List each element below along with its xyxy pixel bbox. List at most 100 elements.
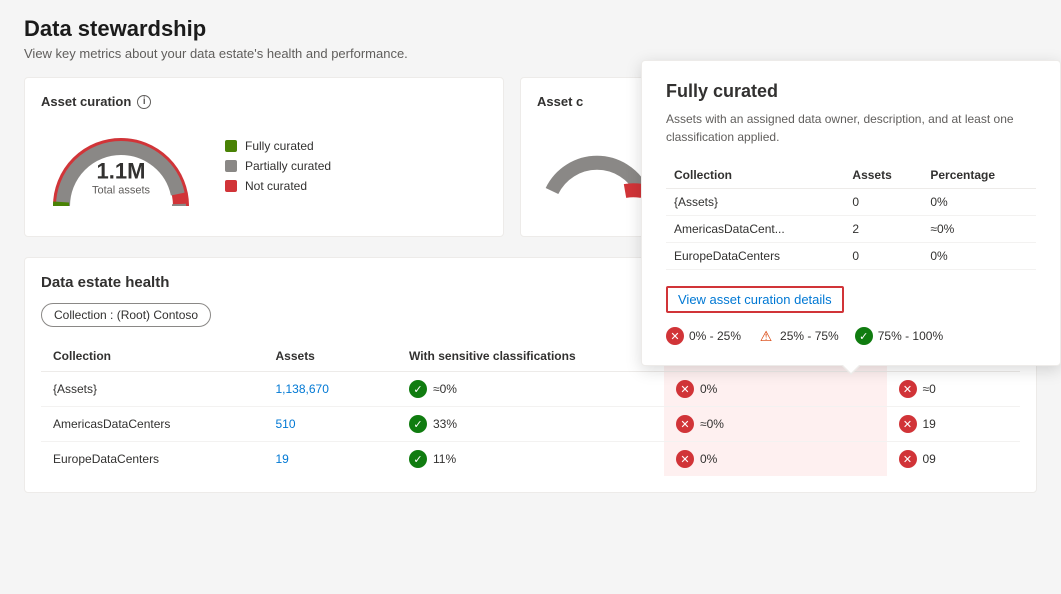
row3-owner-val: 09 <box>923 452 936 466</box>
gauge-value: 1.1M <box>92 158 150 184</box>
legend-range-green: ✓ 75% - 100% <box>855 327 943 345</box>
warning-triangle-icon: ⚠ <box>757 327 775 345</box>
row1-sens-val: ≈0% <box>433 382 457 396</box>
row1-sens-icon: ✓ <box>409 380 427 398</box>
health-table-body: {Assets} 1,138,670 ✓ ≈0% ✕ 0% <box>41 372 1020 477</box>
th-sensitive: With sensitive classifications <box>397 341 664 372</box>
gauge-wrapper: 1.1M Total assets <box>41 121 201 211</box>
row2-assets-link[interactable]: 510 <box>276 417 296 431</box>
legend-range-warning: ⚠ 25% - 75% <box>757 327 839 345</box>
row1-assets: 1,138,670 <box>264 372 398 407</box>
row2-owner-icon: ✕ <box>899 415 917 433</box>
tooltip-title: Fully curated <box>666 81 1036 102</box>
legend-label-fully: Fully curated <box>245 139 314 153</box>
row2-curated-val: ≈0% <box>700 417 724 431</box>
row3-owner: ✕ 09 <box>887 442 1021 477</box>
legend-red-label: 0% - 25% <box>689 329 741 343</box>
row2-owner: ✕ 19 <box>887 407 1021 442</box>
tooltip-row3-pct: 0% <box>922 243 1036 270</box>
row1-owner-val: ≈0 <box>923 382 936 396</box>
legend-item-partially: Partially curated <box>225 159 331 173</box>
asset-curation-card: Asset curation i 1.1 <box>24 77 504 237</box>
row1-owner: ✕ ≈0 <box>887 372 1021 407</box>
row3-owner-icon: ✕ <box>899 450 917 468</box>
tooltip-th-assets: Assets <box>844 162 922 189</box>
row1-curated-icon: ✕ <box>676 380 694 398</box>
row2-owner-cell: ✕ 19 <box>899 415 1009 433</box>
row2-curated: ✕ ≈0% <box>664 407 887 442</box>
info-icon[interactable]: i <box>137 95 151 109</box>
gauge-label: Total assets <box>92 184 150 196</box>
row3-assets-link[interactable]: 19 <box>276 452 289 466</box>
tooltip-legend-row: ✕ 0% - 25% ⚠ 25% - 75% ✓ 75% - 100% <box>666 327 1036 345</box>
row1-curated-val: 0% <box>700 382 717 396</box>
legend-red-icon: ✕ <box>666 327 684 345</box>
tooltip-table: Collection Assets Percentage {Assets} 0 … <box>666 162 1036 270</box>
row2-curated-cell: ✕ ≈0% <box>676 415 875 433</box>
gauge-center: 1.1M Total assets <box>92 158 150 196</box>
legend-label-partially: Partially curated <box>245 159 331 173</box>
row3-curated: ✕ 0% <box>664 442 887 477</box>
collection-filter-pill[interactable]: Collection : (Root) Contoso <box>41 303 211 327</box>
tooltip-table-body: {Assets} 0 0% AmericasDataCent... 2 ≈0% … <box>666 189 1036 270</box>
tooltip-row2-pct: ≈0% <box>922 216 1036 243</box>
tooltip-row2-collection: AmericasDataCent... <box>666 216 844 243</box>
gauge-container: 1.1M Total assets Fully curated Partiall… <box>41 121 487 211</box>
row1-owner-cell: ✕ ≈0 <box>899 380 1009 398</box>
tooltip-row3-assets: 0 <box>844 243 922 270</box>
tooltip-row: AmericasDataCent... 2 ≈0% <box>666 216 1036 243</box>
tooltip-header-row: Collection Assets Percentage <box>666 162 1036 189</box>
tooltip-row: EuropeDataCenters 0 0% <box>666 243 1036 270</box>
asset-curation-title: Asset curation <box>41 94 131 109</box>
legend-dot-not <box>225 180 237 192</box>
legend-label-not: Not curated <box>245 179 307 193</box>
tooltip-th-percentage: Percentage <box>922 162 1036 189</box>
row2-sensitive-cell: ✓ 33% <box>409 415 652 433</box>
row2-owner-val: 19 <box>923 417 936 431</box>
legend-warning-label: 25% - 75% <box>780 329 839 343</box>
card-title: Asset curation i <box>41 94 487 109</box>
tooltip-popup: Fully curated Assets with an assigned da… <box>641 60 1061 366</box>
legend-dot-partially <box>225 160 237 172</box>
tooltip-row1-pct: 0% <box>922 189 1036 216</box>
row3-collection: EuropeDataCenters <box>41 442 264 477</box>
row3-curated-icon: ✕ <box>676 450 694 468</box>
page-subtitle: View key metrics about your data estate'… <box>24 46 1037 61</box>
legend-green-label: 75% - 100% <box>878 329 943 343</box>
row2-sens-icon: ✓ <box>409 415 427 433</box>
tooltip-row: {Assets} 0 0% <box>666 189 1036 216</box>
filter-pill-label: Collection : (Root) Contoso <box>54 308 198 322</box>
row3-assets: 19 <box>264 442 398 477</box>
legend-green-icon: ✓ <box>855 327 873 345</box>
legend-range-red: ✕ 0% - 25% <box>666 327 741 345</box>
row1-owner-icon: ✕ <box>899 380 917 398</box>
view-details-link[interactable]: View asset curation details <box>666 286 844 313</box>
row3-owner-cell: ✕ 09 <box>899 450 1009 468</box>
page-title: Data stewardship <box>24 16 1037 42</box>
row3-curated-cell: ✕ 0% <box>676 450 875 468</box>
tooltip-row1-collection: {Assets} <box>666 189 844 216</box>
row1-sensitive: ✓ ≈0% <box>397 372 664 407</box>
legend-item-fully: Fully curated <box>225 139 331 153</box>
row3-sensitive: ✓ 11% <box>397 442 664 477</box>
th-assets: Assets <box>264 341 398 372</box>
row1-assets-link[interactable]: 1,138,670 <box>276 382 329 396</box>
row3-sens-icon: ✓ <box>409 450 427 468</box>
partial-gauge-svg <box>537 121 657 201</box>
row2-assets: 510 <box>264 407 398 442</box>
legend-item-not: Not curated <box>225 179 331 193</box>
tooltip-th-collection: Collection <box>666 162 844 189</box>
tooltip-table-head: Collection Assets Percentage <box>666 162 1036 189</box>
tooltip-row3-collection: EuropeDataCenters <box>666 243 844 270</box>
row2-sensitive: ✓ 33% <box>397 407 664 442</box>
tooltip-row2-assets: 2 <box>844 216 922 243</box>
row3-sens-val: 11% <box>433 452 456 466</box>
th-collection: Collection <box>41 341 264 372</box>
row2-collection: AmericasDataCenters <box>41 407 264 442</box>
legend-dot-fully <box>225 140 237 152</box>
row3-sensitive-cell: ✓ 11% <box>409 450 652 468</box>
table-row: AmericasDataCenters 510 ✓ 33% ✕ ≈0% <box>41 407 1020 442</box>
row2-curated-icon: ✕ <box>676 415 694 433</box>
tooltip-row1-assets: 0 <box>844 189 922 216</box>
row2-sens-val: 33% <box>433 417 457 431</box>
